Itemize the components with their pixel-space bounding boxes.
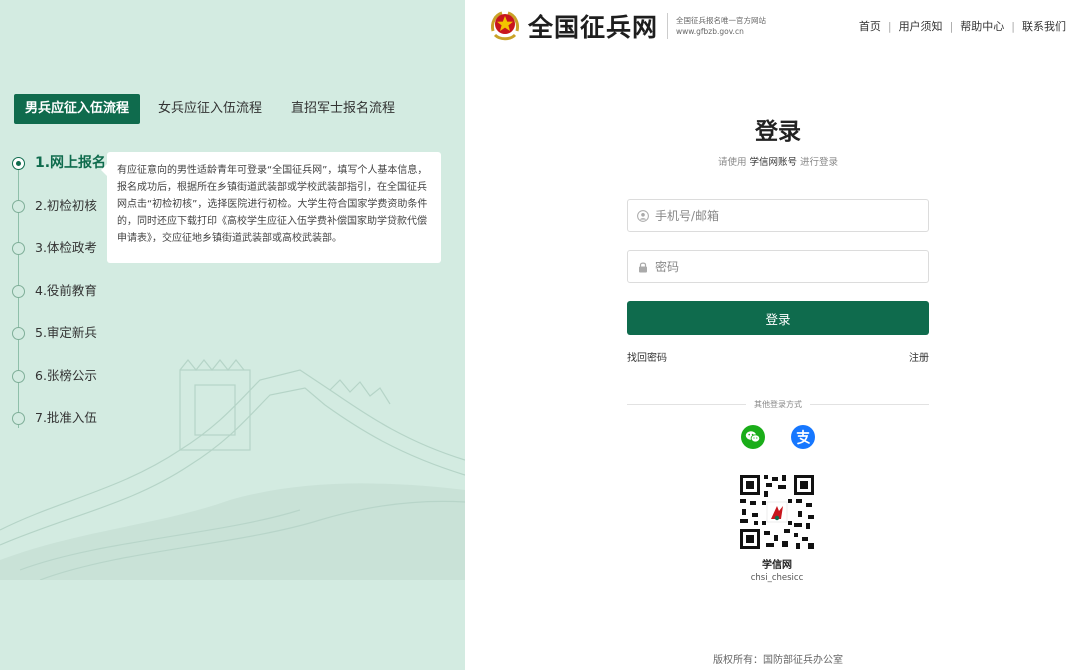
divider-line (627, 404, 746, 405)
step-online-registration[interactable]: 1.网上报名 (12, 150, 106, 193)
step-enlistment-approved[interactable]: 7.批准入伍 (12, 405, 106, 448)
lock-icon (639, 262, 647, 272)
alipay-login-button[interactable] (791, 425, 815, 449)
step-recruit-approval[interactable]: 5.审定新兵 (12, 320, 106, 363)
password-field[interactable] (627, 250, 929, 283)
step-physical-political-exam[interactable]: 3.体检政考 (12, 235, 106, 278)
wechat-login-button[interactable] (741, 425, 765, 449)
step-dot (12, 412, 25, 425)
nav-separator: | (949, 19, 954, 33)
username-input[interactable] (655, 208, 915, 223)
process-timeline: 1.网上报名 2.初检初核 3.体检政考 4.役前教育 5.审定新兵 6.张榜公… (12, 150, 106, 448)
step-label: 2.初检初核 (35, 197, 97, 213)
wechat-icon (745, 431, 761, 443)
register-link[interactable]: 注册 (909, 349, 929, 364)
step-initial-check[interactable]: 2.初检初核 (12, 193, 106, 236)
step-dot (12, 369, 25, 383)
step-label: 3.体检政考 (35, 240, 97, 255)
other-login-label: 其他登录方式 (754, 400, 802, 409)
qr-account-name: 学信网 (762, 560, 792, 571)
step-label: 6.张榜公示 (35, 367, 97, 383)
step-dot (12, 327, 25, 340)
subtitle-account: 学信网账号 (749, 157, 797, 168)
alipay-icon (796, 429, 810, 445)
step-dot (12, 284, 25, 298)
step-dot (12, 157, 25, 170)
nav-user-guide[interactable]: 用户须知 (899, 18, 943, 34)
username-field[interactable] (627, 199, 929, 232)
tab-female-enlistment[interactable]: 女兵应征入伍流程 (147, 94, 273, 124)
step-label: 7.批准入伍 (35, 410, 97, 425)
login-title: 登录 (755, 119, 801, 145)
other-login-divider: 其他登录方式 (627, 399, 929, 410)
password-input[interactable] (655, 259, 915, 274)
step-public-notice[interactable]: 6.张榜公示 (12, 363, 106, 406)
top-nav: 首页 | 用户须知 | 帮助中心 | 联系我们 (859, 18, 1066, 34)
footer-copyright: 版权所有：国防部征兵办公室 (713, 655, 843, 666)
step-label: 5.审定新兵 (35, 325, 97, 340)
step-dot (12, 242, 25, 255)
tab-direct-sergeant[interactable]: 直招军士报名流程 (280, 94, 406, 124)
divider-line (810, 404, 929, 405)
nav-home[interactable]: 首页 (859, 18, 881, 34)
step-dot (12, 199, 25, 213)
login-subtitle: 请使用 学信网账号 进行登录 (627, 154, 929, 168)
tab-male-enlistment[interactable]: 男兵应征入伍流程 (14, 94, 141, 124)
step-label: 1.网上报名 (35, 155, 107, 171)
nav-separator: | (887, 19, 892, 33)
site-logo[interactable]: 全国征兵网 全国征兵报名唯一官方网站 www.gfbzb.gov.cn (488, 8, 766, 44)
process-tabs: 男兵应征入伍流程 女兵应征入伍流程 直招军士报名流程 (14, 94, 413, 124)
qr-code (738, 473, 816, 551)
user-icon (637, 209, 649, 222)
subtitle-suffix: 进行登录 (800, 157, 839, 168)
site-tagline: 全国征兵报名唯一官方网站 (676, 16, 767, 25)
logo-divider (667, 13, 669, 39)
step-label: 4.役前教育 (35, 282, 97, 298)
subtitle-prefix: 请使用 (717, 157, 747, 168)
forgot-password-link[interactable]: 找回密码 (627, 349, 667, 364)
emblem-icon (491, 11, 519, 41)
process-panel: 男兵应征入伍流程 女兵应征入伍流程 直招军士报名流程 1.网上报名 2.初检初核… (0, 0, 465, 670)
nav-separator: | (1011, 19, 1015, 33)
logo-subtitle: 全国征兵报名唯一官方网站 www.gfbzb.gov.cn (676, 15, 766, 37)
nav-contact-us[interactable]: 联系我们 (1022, 18, 1066, 34)
site-domain: www.gfbzb.gov.cn (676, 27, 744, 36)
site-title: 全国征兵网 (528, 13, 659, 42)
qr-account-id: chsi_chesicc (750, 573, 804, 583)
login-links: 找回密码 注册 (627, 349, 929, 364)
step-info-tooltip: 有应征意向的男性适龄青年可登录“全国征兵网”，填写个人基本信息，报名成功后，根据… (101, 152, 441, 263)
step-pre-service-education[interactable]: 4.役前教育 (12, 278, 106, 321)
nav-help-center[interactable]: 帮助中心 (960, 18, 1004, 34)
login-button[interactable]: 登录 (627, 301, 929, 335)
